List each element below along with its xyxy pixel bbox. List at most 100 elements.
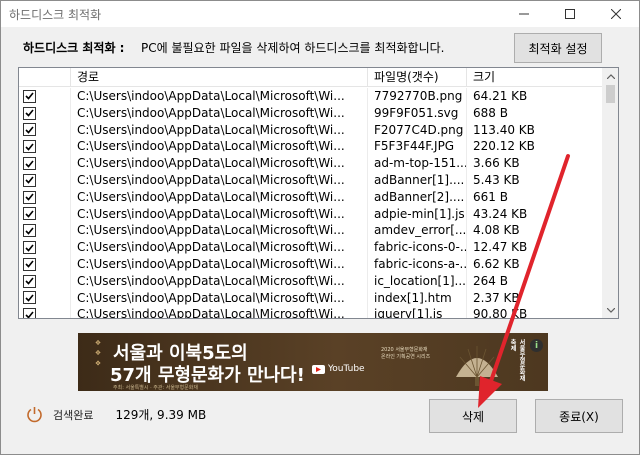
- status-count: 129개, 9.39 MB: [115, 408, 207, 422]
- ad-banner[interactable]: ❖ ❖ ❖ 서울과 이북5도의 57개 무형문화가 만나다! 주최: 서울특별시…: [78, 333, 548, 391]
- table-row[interactable]: C:\Users\indoo\AppData\Local\Microsoft\W…: [19, 121, 603, 139]
- table-row[interactable]: C:\Users\indoo\AppData\Local\Microsoft\W…: [19, 171, 603, 189]
- close-icon: [611, 9, 621, 19]
- row-size: 12.47 KB: [467, 239, 603, 256]
- row-checkbox[interactable]: [23, 157, 36, 171]
- row-filename: F5F3F44F.JPG: [368, 138, 467, 156]
- minimize-button[interactable]: [501, 1, 547, 27]
- row-checkbox-cell: [19, 239, 71, 256]
- delete-button[interactable]: 삭제: [429, 399, 517, 433]
- row-checkbox-cell: [19, 155, 71, 172]
- list-header: 경로 파일명(갯수) 크기: [19, 68, 603, 87]
- row-checkbox[interactable]: [23, 140, 36, 154]
- row-checkbox[interactable]: [23, 173, 36, 187]
- chevron-up-icon: [607, 73, 615, 79]
- column-header-path[interactable]: 경로: [71, 68, 368, 87]
- optimize-settings-button[interactable]: 최적화 설정: [514, 33, 602, 63]
- row-path: C:\Users\indoo\AppData\Local\Microsoft\W…: [71, 239, 368, 256]
- table-row[interactable]: C:\Users\indoo\AppData\Local\Microsoft\W…: [19, 306, 603, 318]
- row-checkbox[interactable]: [23, 89, 36, 103]
- checkmark-icon: [25, 160, 34, 168]
- column-header-filename[interactable]: 파일명(갯수): [368, 68, 467, 87]
- banner-meta: 2020 서울무형문화재 온라인 기획공연 시리즈: [381, 347, 430, 361]
- table-row[interactable]: C:\Users\indoo\AppData\Local\Microsoft\W…: [19, 272, 603, 290]
- row-path: C:\Users\indoo\AppData\Local\Microsoft\W…: [71, 255, 368, 273]
- row-path: C:\Users\indoo\AppData\Local\Microsoft\W…: [71, 205, 368, 223]
- table-row[interactable]: C:\Users\indoo\AppData\Local\Microsoft\W…: [19, 188, 603, 206]
- row-checkbox-cell: [19, 188, 71, 206]
- row-path: C:\Users\indoo\AppData\Local\Microsoft\W…: [71, 306, 368, 318]
- table-row[interactable]: C:\Users\indoo\AppData\Local\Microsoft\W…: [19, 88, 603, 105]
- table-row[interactable]: C:\Users\indoo\AppData\Local\Microsoft\W…: [19, 104, 603, 122]
- maximize-icon: [565, 9, 575, 19]
- minimize-icon: [519, 13, 529, 15]
- row-filename: 99F9F051.svg: [368, 104, 467, 122]
- row-filename: ic_location[1]....: [368, 272, 467, 290]
- scroll-up-button[interactable]: [603, 68, 618, 84]
- youtube-badge: YouTube: [312, 364, 365, 374]
- row-size: 4.08 KB: [467, 222, 603, 240]
- row-size: 113.40 KB: [467, 121, 603, 139]
- title-bar: 하드디스크 최적화: [1, 1, 639, 27]
- exit-button[interactable]: 종료(X): [535, 399, 623, 433]
- row-filename: 7792770B.png: [368, 88, 467, 105]
- optimize-header: 하드디스크 최적화 : PC에 불필요한 파일을 삭제하여 하드디스크를 최적화…: [1, 27, 639, 67]
- row-checkbox[interactable]: [23, 257, 36, 271]
- row-size: 2.37 KB: [467, 289, 603, 307]
- row-checkbox-cell: [19, 306, 71, 318]
- scrollbar-thumb[interactable]: [606, 85, 615, 103]
- row-size: 90.80 KB: [467, 306, 603, 318]
- optimizer-window: 하드디스크 최적화 하드디스크 최적화 : PC에 불필요한 파일을 삭제하여 …: [0, 0, 640, 455]
- row-size: 661 B: [467, 188, 603, 206]
- row-checkbox-cell: [19, 289, 71, 307]
- table-row[interactable]: C:\Users\indoo\AppData\Local\Microsoft\W…: [19, 239, 603, 256]
- close-button[interactable]: [593, 1, 639, 27]
- table-row[interactable]: C:\Users\indoo\AppData\Local\Microsoft\W…: [19, 222, 603, 240]
- row-path: C:\Users\indoo\AppData\Local\Microsoft\W…: [71, 171, 368, 189]
- row-path: C:\Users\indoo\AppData\Local\Microsoft\W…: [71, 121, 368, 139]
- row-path: C:\Users\indoo\AppData\Local\Microsoft\W…: [71, 272, 368, 290]
- checkmark-icon: [25, 227, 34, 235]
- row-checkbox-cell: [19, 121, 71, 139]
- scroll-down-button[interactable]: [603, 302, 618, 318]
- row-filename: fabric-icons-0-...: [368, 239, 467, 256]
- row-size: 6.62 KB: [467, 255, 603, 273]
- row-checkbox[interactable]: [23, 274, 36, 288]
- column-header-size[interactable]: 크기: [467, 68, 603, 87]
- table-row[interactable]: C:\Users\indoo\AppData\Local\Microsoft\W…: [19, 205, 603, 223]
- row-checkbox[interactable]: [23, 190, 36, 204]
- banner-seal-decoration: ❖ ❖ ❖: [94, 339, 102, 368]
- column-header-check[interactable]: [19, 68, 71, 87]
- vertical-scrollbar[interactable]: [602, 68, 618, 318]
- checkmark-icon: [25, 260, 34, 269]
- banner-meta-line1: 2020 서울무형문화재: [381, 347, 428, 353]
- checkmark-icon: [25, 176, 34, 185]
- window-title: 하드디스크 최적화: [9, 7, 102, 22]
- checkmark-icon: [25, 294, 34, 302]
- banner-meta-line2: 온라인 기획공연 시리즈: [381, 354, 431, 360]
- row-path: C:\Users\indoo\AppData\Local\Microsoft\W…: [71, 88, 368, 105]
- table-row[interactable]: C:\Users\indoo\AppData\Local\Microsoft\W…: [19, 255, 603, 273]
- chevron-down-icon: [607, 307, 615, 313]
- row-checkbox[interactable]: [23, 291, 36, 305]
- row-path: C:\Users\indoo\AppData\Local\Microsoft\W…: [71, 104, 368, 122]
- table-row[interactable]: C:\Users\indoo\AppData\Local\Microsoft\W…: [19, 289, 603, 307]
- row-checkbox-cell: [19, 88, 71, 105]
- fan-illustration-icon: [456, 346, 498, 386]
- row-size: 43.24 KB: [467, 205, 603, 223]
- ad-info-icon[interactable]: i: [530, 339, 543, 352]
- row-size: 3.66 KB: [467, 155, 603, 172]
- row-checkbox-cell: [19, 255, 71, 273]
- row-checkbox[interactable]: [23, 308, 36, 318]
- checkmark-icon: [25, 311, 34, 318]
- checkmark-icon: [25, 92, 34, 101]
- row-size: 5.43 KB: [467, 171, 603, 189]
- row-checkbox[interactable]: [23, 224, 36, 238]
- table-row[interactable]: C:\Users\indoo\AppData\Local\Microsoft\W…: [19, 138, 603, 156]
- table-row[interactable]: C:\Users\indoo\AppData\Local\Microsoft\W…: [19, 155, 603, 172]
- maximize-button[interactable]: [547, 1, 593, 27]
- row-checkbox[interactable]: [23, 241, 36, 255]
- row-checkbox[interactable]: [23, 106, 36, 120]
- row-checkbox[interactable]: [23, 207, 36, 221]
- row-checkbox[interactable]: [23, 123, 36, 137]
